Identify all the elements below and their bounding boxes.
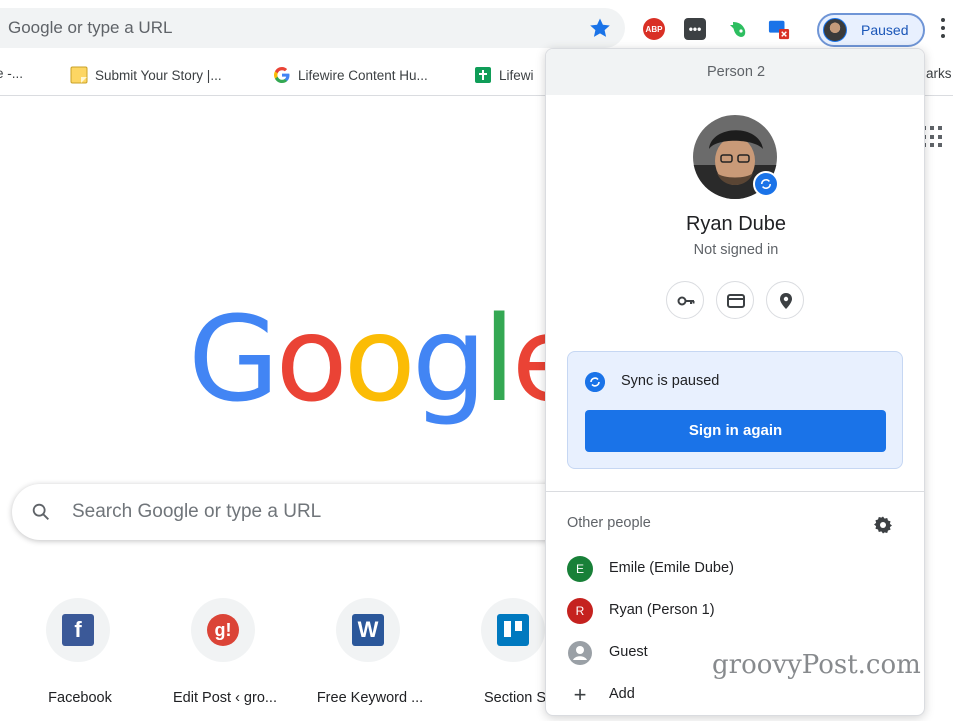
logo-letter: G [188, 290, 279, 428]
avatar: E [567, 556, 593, 582]
add-person-item[interactable]: + Add [567, 680, 907, 710]
groovypost-icon: g! [207, 614, 239, 646]
sign-in-again-button[interactable]: Sign in again [585, 410, 886, 452]
guest-icon [568, 641, 592, 665]
search-icon [32, 503, 49, 520]
bookmark-star-icon[interactable] [588, 16, 612, 40]
facebook-icon: f [62, 614, 94, 646]
logo-letter: o [275, 290, 347, 428]
add-icon: + [573, 682, 587, 707]
shortcut-tile[interactable]: g! Edit Post ‹ gro... [155, 598, 295, 718]
profile-item-label: Guest [609, 644, 648, 660]
avatar [823, 18, 847, 42]
profile-item[interactable]: R Ryan (Person 1) [567, 596, 907, 626]
gear-icon[interactable] [873, 515, 893, 535]
credit-card-icon [727, 294, 745, 308]
profile-item-label: Ryan (Person 1) [609, 602, 715, 618]
trello-icon [497, 614, 529, 646]
profile-menu: Person 2 Ryan Dube Not signed in Sync is… [545, 48, 925, 716]
more-menu-icon[interactable] [940, 16, 946, 40]
dots-extension-icon[interactable]: ••• [684, 18, 706, 40]
shortcut-label: Facebook [48, 690, 112, 706]
apps-grid-icon[interactable] [922, 126, 944, 148]
address-bar-text[interactable]: Google or type a URL [8, 18, 172, 38]
payment-methods-button[interactable] [716, 281, 754, 319]
divider [546, 491, 924, 492]
shortcut-circle [481, 598, 545, 662]
bookmark-label: Lifewi [499, 67, 534, 83]
shortcut-label: Free Keyword ... [316, 690, 424, 706]
sync-paused-icon [753, 171, 779, 197]
search-placeholder: Search Google or type a URL [72, 501, 322, 522]
logo-letter: o [343, 290, 416, 428]
google-icon [274, 67, 290, 83]
profile-chip-button[interactable]: Paused [817, 13, 925, 47]
location-pin-icon [780, 293, 792, 309]
bookmark-item[interactable]: Submit Your Story |... [70, 66, 222, 84]
dots-extension-label: ••• [688, 22, 702, 36]
shortcut-circle: g! [191, 598, 255, 662]
profile-item[interactable]: E Emile (Emile Dube) [567, 554, 907, 584]
other-people-title: Other people [567, 515, 651, 531]
shortcut-circle: W [336, 598, 400, 662]
sync-status-text: Sync is paused [621, 373, 720, 389]
cast-tab-icon[interactable] [768, 18, 790, 40]
bookmark-item[interactable]: e -... [0, 66, 23, 81]
shortcut-circle: f [46, 598, 110, 662]
bookmark-label: Lifewire Content Hu... [298, 67, 428, 83]
sync-paused-card: Sync is paused Sign in again [567, 351, 903, 469]
note-icon [70, 66, 88, 84]
shortcut-label: Edit Post ‹ gro... [173, 690, 277, 706]
logo-letter: l [482, 290, 516, 428]
key-icon [677, 296, 695, 306]
shortcut-tile[interactable]: f Facebook [10, 598, 150, 718]
bookmark-item[interactable]: arks [926, 66, 952, 81]
search-input[interactable]: Search Google or type a URL [12, 484, 592, 540]
profile-item-label: Emile (Emile Dube) [609, 560, 734, 576]
bookmark-item[interactable]: Lifewire Content Hu... [273, 66, 428, 84]
sign-in-status: Not signed in [693, 242, 779, 258]
addresses-button[interactable] [766, 281, 804, 319]
adblock-plus-label: ABP [645, 24, 663, 34]
shortcut-tile[interactable]: W Free Keyword ... [300, 598, 440, 718]
evernote-icon[interactable] [727, 18, 749, 40]
avatar: R [567, 598, 593, 624]
profile-chip-label: Paused [861, 22, 909, 38]
bookmark-label: e -... [0, 66, 24, 81]
profile-menu-header: Person 2 [546, 49, 924, 95]
logo-letter: g [411, 290, 487, 428]
bookmark-item[interactable]: Lifewi [474, 66, 534, 84]
profile-menu-title: Person 2 [706, 64, 766, 80]
passwords-button[interactable] [666, 281, 704, 319]
sync-paused-icon [585, 372, 605, 392]
profile-item-label: Add [609, 686, 635, 702]
bookmark-label: arks [926, 66, 952, 81]
adblock-plus-icon[interactable]: ABP [643, 18, 665, 40]
bookmark-label: Submit Your Story |... [95, 67, 222, 83]
profile-name: Ryan Dube [685, 213, 787, 235]
watermark: groovyPost.com [712, 650, 921, 680]
google-logo: Google [188, 300, 584, 418]
google-sheets-icon [475, 67, 491, 83]
address-bar[interactable]: Google or type a URL [0, 8, 625, 48]
word-icon: W [352, 614, 384, 646]
